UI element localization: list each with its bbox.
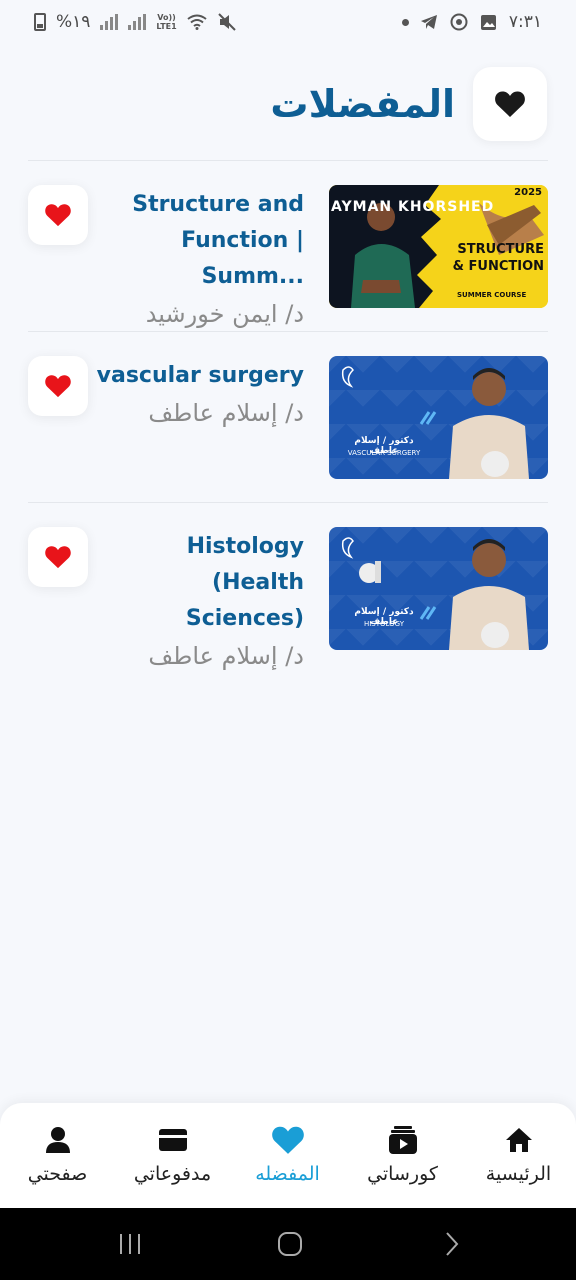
remove-favorite-button[interactable] <box>28 185 88 245</box>
thumbnail-subject: VASCULAR SURGERY <box>347 449 421 457</box>
system-navigation-bar <box>0 1208 576 1280</box>
user-icon <box>45 1123 71 1157</box>
courses-icon <box>387 1123 419 1157</box>
thumbnail-name: AYMAN KHORSHED <box>331 199 495 215</box>
signal-icon <box>128 14 147 30</box>
home-button[interactable] <box>276 1230 304 1258</box>
favorite-course-card[interactable]: دكتور / إسلام عاطف VASCULAR SURGERY vasc… <box>28 356 548 480</box>
thumbnail-subject: STRUCTURE & FUNCTION <box>452 242 544 274</box>
heart-icon <box>45 375 71 398</box>
course-thumbnail-art <box>341 537 529 650</box>
course-thumbnail[interactable]: دكتور / إسلام عاطف HISTOLOGY <box>329 527 548 650</box>
battery-level: %١٩ <box>56 12 91 32</box>
course-info: Structure and Function | Summ... د/ ايمن… <box>94 187 304 329</box>
nav-item-courses[interactable]: كورساتي <box>345 1123 460 1185</box>
divider <box>28 331 548 332</box>
thumbnail-year: 2025 <box>514 187 542 198</box>
wifi-icon <box>187 12 207 32</box>
heart-icon <box>495 91 525 117</box>
course-thumbnail-art <box>341 366 529 479</box>
course-thumbnail[interactable]: AYMAN KHORSHED 2025 STRUCTURE & FUNCTION… <box>329 185 548 308</box>
signal-icon <box>100 14 119 30</box>
course-info: vascular surgery د/ إسلام عاطف <box>94 358 304 428</box>
remove-favorite-button[interactable] <box>28 527 88 587</box>
bottom-navigation: الرئيسية كورساتي المفضله مدفوعاتي صفحتي <box>0 1103 576 1208</box>
battery-icon <box>34 13 46 31</box>
home-icon <box>504 1123 534 1157</box>
back-button[interactable] <box>440 1230 464 1258</box>
course-title[interactable]: Histology (Health Sciences) <box>94 529 304 637</box>
course-title[interactable]: vascular surgery <box>94 358 304 394</box>
favorites-header-button[interactable] <box>473 67 547 141</box>
status-right: ٧:٣١ <box>401 12 542 32</box>
course-info: Histology (Health Sciences) د/ إسلام عاط… <box>94 529 304 671</box>
favorite-course-card[interactable]: AYMAN KHORSHED 2025 STRUCTURE & FUNCTION… <box>28 185 548 328</box>
lte-indicator: Vo)) LTE1 <box>156 13 177 31</box>
gallery-icon <box>479 12 499 32</box>
nav-label: كورساتي <box>367 1163 438 1185</box>
status-bar: %١٩ Vo)) LTE1 ٧:٣١ <box>0 0 576 44</box>
course-author: د/ إسلام عاطف <box>148 399 304 427</box>
nav-item-home[interactable]: الرئيسية <box>461 1123 576 1185</box>
notification-dot-icon <box>401 18 409 26</box>
nav-item-payments[interactable]: مدفوعاتي <box>115 1123 230 1185</box>
course-title[interactable]: Structure and Function | Summ... <box>94 187 304 295</box>
nav-item-profile[interactable]: صفحتي <box>0 1123 115 1185</box>
course-author: د/ إسلام عاطف <box>148 642 304 670</box>
nav-label: صفحتي <box>27 1163 88 1185</box>
card-icon <box>158 1123 188 1157</box>
course-thumbnail[interactable]: دكتور / إسلام عاطف VASCULAR SURGERY <box>329 356 548 479</box>
nav-item-favorites[interactable]: المفضله <box>230 1123 345 1185</box>
recent-apps-button[interactable] <box>116 1230 144 1258</box>
nav-label: مدفوعاتي <box>133 1163 212 1185</box>
page-title: المفضلات <box>270 82 455 126</box>
heart-icon <box>45 204 71 227</box>
whatsapp-icon <box>449 12 469 32</box>
heart-icon <box>271 1123 305 1157</box>
nav-label: الرئيسية <box>485 1163 552 1185</box>
thumbnail-subject: HISTOLOGY <box>363 620 405 628</box>
divider <box>28 502 548 503</box>
clock: ٧:٣١ <box>508 12 542 32</box>
telegram-icon <box>419 12 439 32</box>
thumbnail-note: SUMMER COURSE <box>457 291 527 299</box>
favorite-course-card[interactable]: دكتور / إسلام عاطف HISTOLOGY Histology (… <box>28 527 548 670</box>
status-left: %١٩ Vo)) LTE1 <box>34 12 237 32</box>
page-header: المفضلات <box>0 66 576 142</box>
divider <box>28 160 548 161</box>
mute-icon <box>217 12 237 32</box>
remove-favorite-button[interactable] <box>28 356 88 416</box>
heart-icon <box>45 546 71 569</box>
course-author: د/ ايمن خورشيد <box>145 300 304 328</box>
nav-label: المفضله <box>255 1163 320 1185</box>
